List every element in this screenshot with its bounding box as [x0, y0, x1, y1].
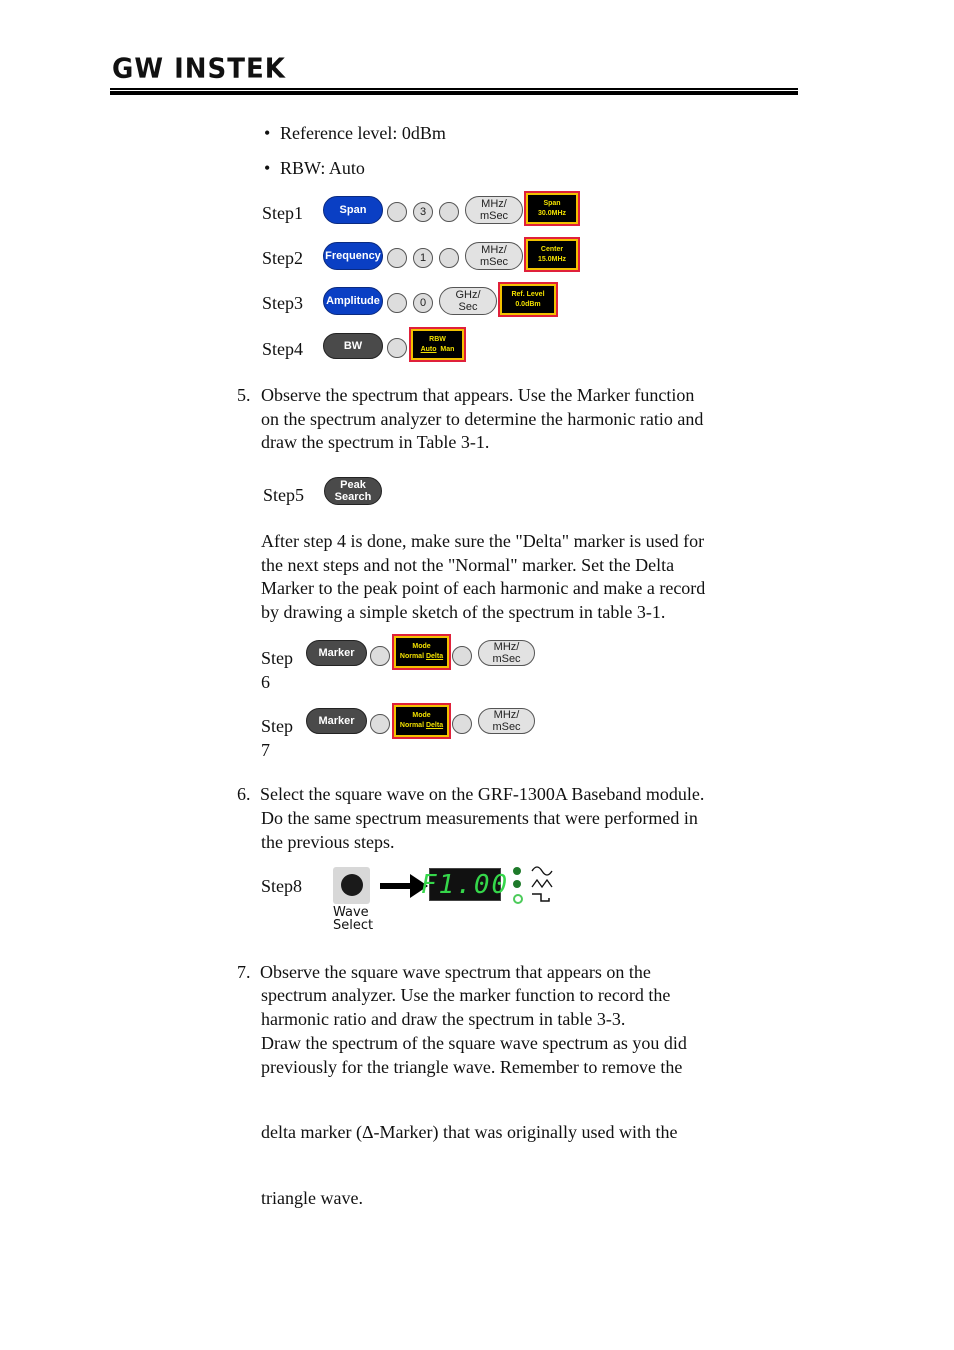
mhz-msec-key[interactable]: MHz/ mSec: [465, 242, 523, 270]
screen-value: 0.0dBm: [515, 300, 541, 308]
para5-line: on the spectrum analyzer to determine th…: [261, 409, 704, 429]
button-cap-icon: [341, 874, 363, 896]
header-rule: [110, 88, 798, 90]
marker-mode-screen: Mode Normal Delta: [392, 703, 451, 739]
delta-instruction-line: by drawing a simple sketch of the spectr…: [261, 602, 666, 622]
span-screen: Span 30.0MHz: [524, 191, 580, 226]
screen-value: 30.0MHz: [537, 209, 566, 217]
square-wave-icon: [532, 893, 550, 902]
step5-label: Step5: [263, 485, 305, 505]
screen-title: RBW: [429, 335, 446, 343]
square-led-indicator-active: [513, 894, 523, 904]
mhz-msec-key[interactable]: MHz/ mSec: [478, 640, 535, 666]
blank-key[interactable]: [387, 293, 407, 313]
bullet-reference-level: Reference level: 0dBm: [264, 121, 446, 145]
step1-label: Step1: [262, 203, 304, 223]
para7-line: harmonic ratio and draw the spectrum in …: [261, 1009, 626, 1029]
blank-key[interactable]: [370, 646, 390, 666]
rbw-screen: RBW Auto Man: [409, 327, 466, 362]
screen-title: Center: [540, 245, 564, 253]
mode-normal-option[interactable]: Normal: [400, 722, 424, 729]
para5-number: 5.: [237, 385, 251, 405]
rbw-auto-option[interactable]: Auto: [421, 346, 437, 353]
wave-select-button[interactable]: [333, 867, 370, 904]
para6-line: Do the same spectrum measurements that w…: [261, 808, 698, 828]
ref-level-screen: Ref. Level 0.0dBm: [498, 282, 558, 317]
para7-number: 7.: [237, 962, 251, 982]
para7-line: triangle wave.: [261, 1188, 363, 1208]
para5-line: Observe the spectrum that appears. Use t…: [261, 385, 695, 405]
blank-key[interactable]: [387, 202, 407, 222]
blank-key[interactable]: [452, 714, 472, 734]
para7-line: spectrum analyzer. Use the marker functi…: [261, 985, 671, 1005]
mhz-msec-key[interactable]: MHz/ mSec: [478, 708, 535, 734]
para5-line: draw the spectrum in Table 3-1.: [261, 432, 490, 452]
sine-led-indicator: [513, 867, 521, 875]
step4-label: Step4: [262, 339, 304, 359]
step6-label: Step 6: [261, 648, 294, 692]
para6-line: Select the square wave on the GRF-1300A …: [260, 784, 705, 804]
blank-key[interactable]: [387, 338, 407, 358]
screen-title: Mode: [412, 712, 431, 719]
center-screen: Center 15.0MHz: [524, 237, 580, 272]
header-rule-thick: [110, 91, 798, 95]
peak-search-key[interactable]: Peak Search: [324, 477, 382, 505]
para6-number: 6.: [237, 784, 251, 804]
frequency-key[interactable]: Frequency: [323, 242, 383, 270]
wave-select-label: Wave Select: [333, 905, 374, 933]
para7-line: Observe the square wave spectrum that ap…: [260, 962, 651, 982]
marker-key[interactable]: Marker: [306, 708, 367, 734]
digit-3-key[interactable]: 3: [413, 202, 433, 222]
bullet-rbw: RBW: Auto: [264, 156, 365, 180]
blank-key[interactable]: [439, 202, 459, 222]
mode-delta-option[interactable]: Delta: [426, 653, 443, 660]
screen-title: Ref. Level: [511, 290, 545, 298]
digit-0-key[interactable]: 0: [413, 293, 433, 313]
step3-label: Step3: [262, 293, 304, 313]
mode-normal-option[interactable]: Normal: [400, 653, 424, 660]
delta-instruction-line: the next steps and not the "Normal" mark…: [261, 555, 675, 575]
bw-key[interactable]: BW: [323, 333, 383, 359]
blank-key[interactable]: [370, 714, 390, 734]
blank-key[interactable]: [387, 248, 407, 268]
triangle-led-indicator: [513, 880, 521, 888]
marker-mode-screen: Mode Normal Delta: [392, 634, 451, 670]
screen-title: Mode: [412, 643, 431, 650]
para7-line: previously for the triangle wave. Rememb…: [261, 1057, 683, 1077]
para7-line: Draw the spectrum of the square wave spe…: [261, 1033, 687, 1053]
delta-instruction-line: After step 4 is done, make sure the "Del…: [261, 531, 705, 551]
amplitude-key[interactable]: Amplitude: [323, 287, 383, 315]
rbw-man-option[interactable]: Man: [440, 346, 454, 353]
span-key[interactable]: Span: [323, 196, 383, 224]
step8-label: Step8: [261, 876, 303, 896]
para6-line: the previous steps.: [261, 832, 395, 852]
marker-key[interactable]: Marker: [306, 640, 367, 666]
screen-title: Span: [543, 199, 561, 207]
mode-delta-option[interactable]: Delta: [426, 722, 443, 729]
para7-line: delta marker (Δ-Marker) that was origina…: [261, 1122, 678, 1142]
ghz-sec-key[interactable]: GHz/ Sec: [439, 287, 497, 315]
step7-label: Step 7: [261, 716, 294, 760]
triangle-wave-icon: [531, 878, 553, 889]
delta-instruction-line: Marker to the peak point of each harmoni…: [261, 578, 706, 598]
led-frequency-display: F1.00: [420, 868, 510, 901]
step2-label: Step2: [262, 248, 304, 268]
digit-1-key[interactable]: 1: [413, 248, 433, 268]
gw-instek-logo: GW INSTEK: [112, 53, 286, 85]
blank-key[interactable]: [439, 248, 459, 268]
waveform-icons: [531, 866, 553, 902]
screen-value: 15.0MHz: [537, 255, 566, 263]
blank-key[interactable]: [452, 646, 472, 666]
mhz-msec-key[interactable]: MHz/ mSec: [465, 196, 523, 224]
sine-wave-icon: [531, 866, 553, 876]
